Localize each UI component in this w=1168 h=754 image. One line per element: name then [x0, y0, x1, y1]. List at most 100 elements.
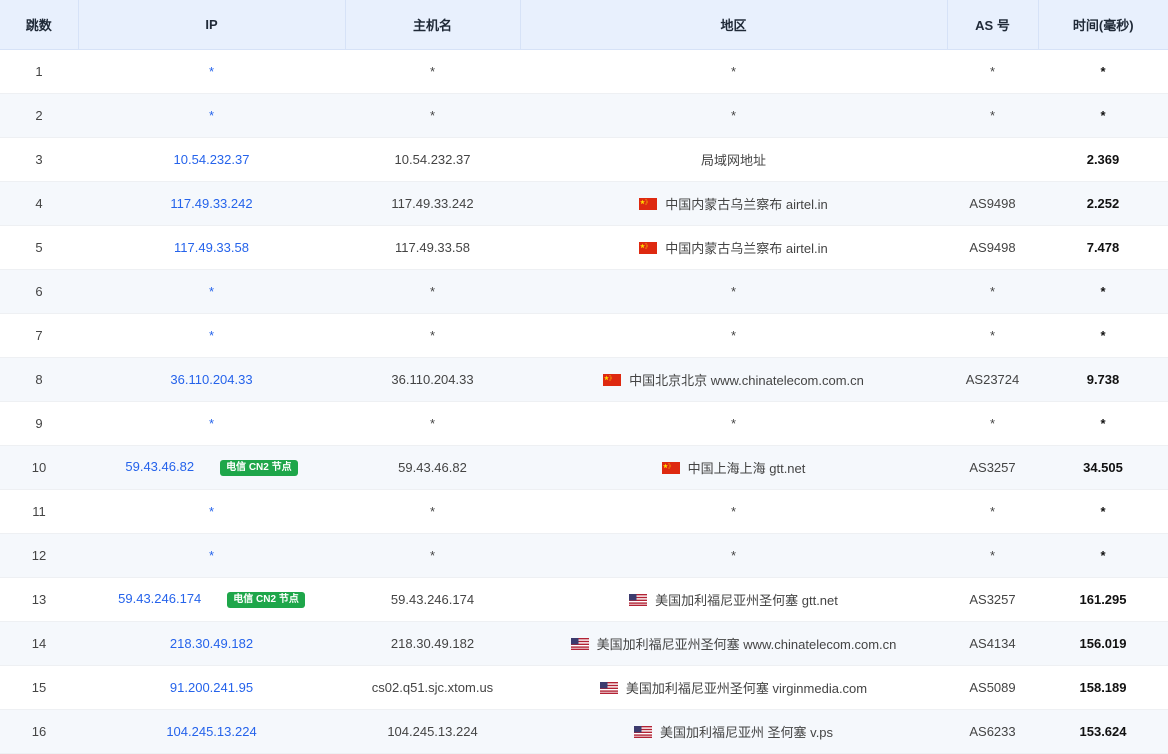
- region-text: *: [730, 284, 737, 299]
- header-hostname: 主机名: [345, 0, 521, 50]
- region-text: *: [730, 416, 737, 431]
- region-cell: 美国加利福尼亚州圣何塞 virginmedia.com: [520, 665, 947, 710]
- time-cell: *: [1038, 533, 1168, 578]
- hop-cell: 13: [0, 577, 78, 622]
- ip-cell: *: [78, 533, 345, 578]
- hop-cell: 4: [0, 181, 78, 226]
- table-row: 12 * * * * *: [0, 533, 1168, 578]
- hop-cell: 12: [0, 533, 78, 578]
- table-row: 3 10.54.232.37 10.54.232.37 局域网地址 2.369: [0, 137, 1168, 182]
- header-time-ms: 时间(毫秒): [1038, 0, 1168, 50]
- region-text: 美国加利福尼亚州圣何塞 www.chinatelecom.com.cn: [596, 637, 897, 652]
- hostname-cell: 36.110.204.33: [345, 357, 520, 402]
- hostname-cell: 104.245.13.224: [345, 709, 520, 754]
- ip-link[interactable]: 104.245.13.224: [166, 724, 256, 739]
- ip-link[interactable]: 117.49.33.242: [170, 196, 252, 211]
- ip-cell: *: [78, 401, 345, 446]
- region-cell: 中国北京北京 www.chinatelecom.com.cn: [520, 357, 947, 402]
- as-number-cell: AS9498: [947, 225, 1038, 270]
- as-number-cell: AS6233: [947, 709, 1038, 754]
- as-number-cell: AS9498: [947, 181, 1038, 226]
- ip-cell: 117.49.33.242: [78, 181, 345, 226]
- region-cell: *: [520, 401, 947, 446]
- ip-link: *: [208, 328, 215, 343]
- region-cell: 美国加利福尼亚州圣何塞 www.chinatelecom.com.cn: [520, 621, 947, 666]
- china-flag-icon: [661, 462, 680, 474]
- ip-link[interactable]: 59.43.46.82: [125, 459, 194, 474]
- table-row: 14 218.30.49.182 218.30.49.182 美国加利福尼亚州圣何塞 …: [0, 621, 1168, 666]
- region-text: *: [730, 64, 737, 79]
- header-hop: 跳数: [0, 0, 79, 50]
- as-number-cell: *: [947, 401, 1038, 446]
- hop-cell: 8: [0, 357, 78, 402]
- traceroute-table: 跳数 IP 主机名 地区 AS 号 时间(毫秒) 1 * * * * * 2 * * * * * 3 10…: [0, 0, 1168, 754]
- time-cell: 34.505: [1038, 445, 1168, 490]
- time-cell: 158.189: [1038, 665, 1168, 710]
- as-number-cell: AS4134: [947, 621, 1038, 666]
- china-flag-icon: [639, 242, 658, 254]
- time-cell: *: [1038, 49, 1168, 94]
- as-number-cell: *: [947, 93, 1038, 138]
- region-text: *: [730, 328, 737, 343]
- ip-link: *: [208, 108, 215, 123]
- hostname-cell: *: [345, 401, 520, 446]
- region-text: 局域网地址: [700, 153, 766, 168]
- time-cell: 156.019: [1038, 621, 1168, 666]
- as-number-cell: [947, 137, 1038, 182]
- time-cell: *: [1038, 489, 1168, 534]
- table-row: 7 * * * * *: [0, 313, 1168, 358]
- region-cell: *: [520, 93, 947, 138]
- hostname-cell: *: [345, 489, 520, 534]
- ip-link: *: [208, 548, 215, 563]
- time-cell: *: [1038, 93, 1168, 138]
- time-cell: 153.624: [1038, 709, 1168, 754]
- ip-cell: 104.245.13.224: [78, 709, 345, 754]
- ip-link: *: [208, 504, 215, 519]
- ip-link[interactable]: 36.110.204.33: [170, 372, 252, 387]
- ip-cell: *: [78, 313, 345, 358]
- ip-link[interactable]: 91.200.241.95: [170, 680, 253, 695]
- region-text: 中国内蒙古乌兰察布 airtel.in: [665, 241, 828, 256]
- hop-cell: 5: [0, 225, 78, 270]
- header-region: 地区: [520, 0, 948, 50]
- hostname-cell: *: [345, 533, 520, 578]
- region-text: 中国北京北京 www.chinatelecom.com.cn: [629, 373, 864, 388]
- hop-cell: 15: [0, 665, 78, 710]
- hop-cell: 9: [0, 401, 78, 446]
- ip-cell: *: [78, 489, 345, 534]
- table-row: 1 * * * * *: [0, 49, 1168, 94]
- region-text: *: [730, 548, 737, 563]
- table-row: 13 59.43.246.174 电信 CN2 节点 59.43.246.174 美国加…: [0, 577, 1168, 622]
- time-cell: *: [1038, 401, 1168, 446]
- hostname-cell: *: [345, 49, 520, 94]
- ip-link[interactable]: 59.43.246.174: [118, 591, 201, 606]
- us-flag-icon: [633, 726, 652, 738]
- as-number-cell: AS3257: [947, 445, 1038, 490]
- ip-cell: 59.43.246.174 电信 CN2 节点: [78, 577, 345, 622]
- us-flag-icon: [599, 682, 618, 694]
- ip-link[interactable]: 218.30.49.182: [170, 636, 253, 651]
- region-cell: 中国内蒙古乌兰察布 airtel.in: [520, 225, 947, 270]
- table-row: 4 117.49.33.242 117.49.33.242 中国内蒙古乌兰察布 air…: [0, 181, 1168, 226]
- as-number-cell: *: [947, 49, 1038, 94]
- time-cell: 7.478: [1038, 225, 1168, 270]
- as-number-cell: *: [947, 313, 1038, 358]
- hostname-cell: *: [345, 93, 520, 138]
- table-row: 16 104.245.13.224 104.245.13.224 美国加利福尼亚州 圣…: [0, 709, 1168, 754]
- as-number-cell: AS23724: [947, 357, 1038, 402]
- hostname-cell: *: [345, 313, 520, 358]
- hostname-cell: 59.43.246.174: [345, 577, 520, 622]
- ip-link: *: [208, 284, 215, 299]
- region-cell: *: [520, 269, 947, 314]
- ip-link[interactable]: 117.49.33.58: [174, 240, 249, 255]
- ip-cell: 36.110.204.33: [78, 357, 345, 402]
- ip-link[interactable]: 10.54.232.37: [174, 152, 250, 167]
- ip-cell: *: [78, 49, 345, 94]
- hop-cell: 1: [0, 49, 78, 94]
- hop-cell: 11: [0, 489, 78, 534]
- hop-cell: 2: [0, 93, 78, 138]
- hostname-cell: 117.49.33.58: [345, 225, 520, 270]
- us-flag-icon: [629, 594, 648, 606]
- hop-cell: 7: [0, 313, 78, 358]
- hop-cell: 16: [0, 709, 78, 754]
